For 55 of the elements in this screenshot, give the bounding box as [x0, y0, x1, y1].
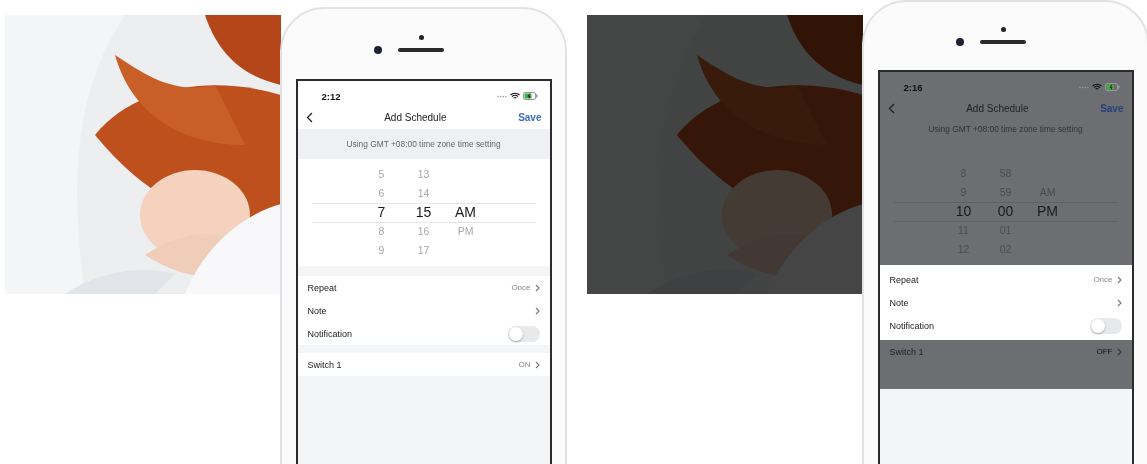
screen-title: Add Schedule [966, 102, 1029, 114]
save-button[interactable]: Save [1100, 102, 1124, 114]
picker-value[interactable]: 13 [417, 165, 430, 184]
setting-label: Note [307, 305, 327, 316]
speaker-icon [397, 47, 444, 52]
picker-value[interactable]: 14 [417, 184, 430, 203]
picker-value[interactable]: 16 [417, 222, 430, 241]
sensor-icon [419, 34, 424, 40]
back-icon[interactable] [305, 111, 313, 123]
setting-label: Repeat [889, 274, 919, 285]
picker-value[interactable]: PM [1037, 202, 1058, 221]
setting-label: Notification [307, 328, 353, 339]
picker-value[interactable]: 7 [377, 203, 386, 222]
battery-icon [522, 92, 538, 100]
screen-title: Add Schedule [384, 111, 447, 123]
camera-icon [955, 37, 964, 46]
setting-value: OFF [1096, 347, 1113, 356]
chevron-icon [1116, 347, 1122, 356]
chevron-icon [1116, 298, 1122, 307]
picker-value[interactable]: PM [457, 222, 474, 241]
picker-value[interactable]: 17 [417, 241, 430, 260]
picker-value[interactable]: AM [455, 203, 476, 222]
chevron-icon [534, 360, 540, 369]
setting-value: Once [511, 283, 531, 292]
picker-value[interactable]: 5 [378, 165, 385, 184]
notification-toggle[interactable] [1089, 317, 1122, 334]
battery-icon [1104, 83, 1120, 91]
status-time: 2:12 [321, 90, 341, 102]
picker-value[interactable]: 10 [955, 202, 972, 221]
chevron-icon [534, 306, 540, 315]
picker-value[interactable]: 15 [415, 203, 432, 222]
setting-label: Switch 1 [307, 359, 342, 370]
save-button[interactable]: Save [518, 111, 542, 123]
camera-icon [373, 45, 382, 54]
time-zone-note: Using GMT +08:00 time zone time setting [346, 139, 501, 149]
notification-toggle[interactable] [507, 325, 540, 342]
picker-value[interactable]: 00 [997, 202, 1014, 221]
signal-icon [496, 94, 507, 98]
wifi-icon [509, 92, 520, 100]
setting-label: Repeat [307, 282, 337, 293]
picker-value[interactable]: 9 [378, 241, 385, 260]
setting-value: ON [518, 360, 531, 369]
setting-label: Switch 1 [889, 346, 924, 357]
signal-icon [1078, 85, 1089, 89]
speaker-icon [979, 39, 1026, 44]
setting-value: Once [1093, 275, 1113, 284]
chevron-icon [1116, 275, 1122, 284]
sensor-icon [1001, 26, 1006, 32]
setting-label: Notification [889, 320, 935, 331]
chevron-icon [534, 283, 540, 292]
picker-value[interactable]: 6 [378, 184, 385, 203]
status-time: 2:16 [903, 81, 923, 93]
wifi-icon [1091, 83, 1102, 91]
picker-value[interactable]: 8 [378, 222, 385, 241]
setting-label: Note [889, 297, 909, 308]
